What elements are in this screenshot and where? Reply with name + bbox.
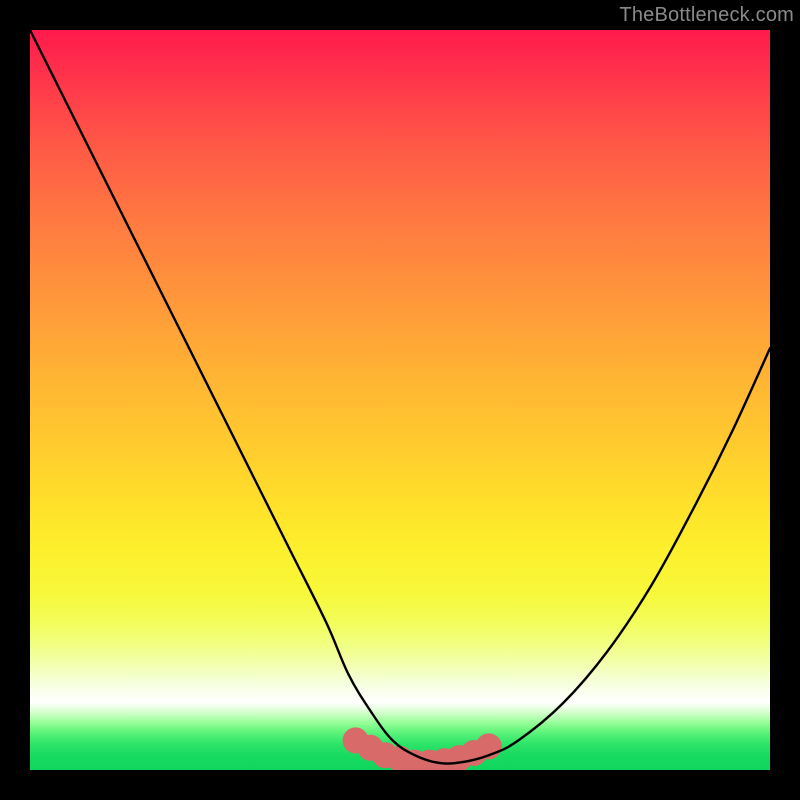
watermark-text: TheBottleneck.com <box>619 4 794 27</box>
plot-area <box>30 30 770 770</box>
heat-gradient-background <box>30 30 770 770</box>
chart-frame: TheBottleneck.com <box>0 0 800 800</box>
